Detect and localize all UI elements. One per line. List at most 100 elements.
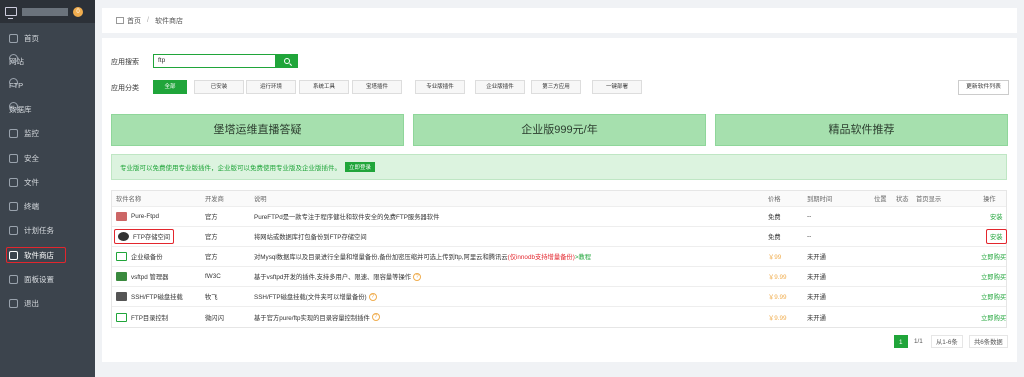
banner-live-qa[interactable]: 堡塔运维直播答疑	[111, 114, 404, 146]
software-name: FTP目录控制	[131, 314, 169, 322]
sidebar: 0 首页 网站 FTP 数据库 监控 安全 文件 终端 计划任务 软件商店 面板…	[0, 0, 95, 377]
database-icon	[9, 102, 18, 111]
category-third-party[interactable]: 第三方应用	[531, 80, 581, 94]
software-name: vsftpd 管理器	[131, 274, 169, 281]
category-one-click[interactable]: 一键部署	[592, 80, 642, 94]
price: ￥9.99	[768, 274, 787, 281]
tutorial-link[interactable]: >教程	[575, 252, 591, 261]
search-input[interactable]: ftp	[153, 54, 276, 68]
sidebar-item-logout[interactable]: 退出	[9, 296, 87, 310]
breadcrumb: 首页 / 软件商店	[102, 8, 1017, 33]
description: SSH/FTP磁盘挂载(文件夹可以增量备份)	[254, 294, 367, 301]
software-name: 企业级备份	[131, 254, 163, 261]
server-name-redacted	[22, 7, 68, 16]
sidebar-item-files[interactable]: 文件	[9, 175, 87, 189]
update-software-list-button[interactable]: 更新软件列表	[958, 80, 1009, 95]
col-status: 状态	[896, 196, 909, 203]
folder-icon	[9, 177, 18, 187]
software-store-panel: 应用搜索 ftp 应用分类 全部 已安装 运行环境 系统工具 宝塔插件 专业版插…	[102, 38, 1017, 362]
category-enterprise-plugins[interactable]: 企业版插件	[475, 80, 525, 94]
search-label: 应用搜索	[111, 59, 139, 66]
sidebar-item-monitor[interactable]: 监控	[9, 126, 87, 140]
description: PureFTPd是一款专注于程序健壮和软件安全的免费FTP服务器软件	[254, 214, 440, 221]
help-icon[interactable]: ?	[371, 313, 380, 321]
software-name: FTP存储空间	[133, 234, 171, 241]
sidebar-item-website[interactable]: 网站	[9, 54, 87, 68]
help-icon[interactable]: ?	[413, 272, 422, 281]
page-1-button[interactable]: 1	[894, 335, 908, 348]
banner-enterprise[interactable]: 企业版999元/年	[413, 114, 706, 146]
sidebar-item-software-store[interactable]: 软件商店	[6, 247, 66, 263]
buy-button[interactable]: 立即购买	[981, 247, 1006, 266]
expire: --	[807, 233, 812, 240]
expire: --	[807, 213, 812, 220]
sidebar-item-settings[interactable]: 面板设置	[9, 272, 87, 286]
login-button[interactable]: 立即登录	[345, 162, 376, 172]
notice-text: 专业版可以免费使用专业版插件，企业版可以免费使用专业版及企业版插件。	[120, 165, 341, 172]
table-row: vsftpd 管理器 fW3C 基于vsftpd开发的插件,支持多用户、限速、限…	[112, 267, 1006, 287]
help-icon[interactable]: ?	[368, 292, 377, 301]
sidebar-item-cron[interactable]: 计划任务	[9, 223, 87, 237]
shield-icon	[9, 153, 18, 163]
col-price: 价格	[768, 196, 781, 203]
cloud-icon	[118, 232, 129, 241]
category-bt-plugins[interactable]: 宝塔插件	[352, 80, 402, 94]
col-description: 说明	[254, 196, 267, 203]
install-button[interactable]: 安装	[986, 229, 1007, 244]
calendar-icon	[9, 225, 18, 235]
description-note: (仅innodb支持增量备份)	[507, 254, 575, 261]
home-icon	[116, 17, 124, 24]
developer: fW3C	[205, 273, 221, 280]
notification-badge[interactable]: 0	[73, 6, 83, 17]
price: 免费	[768, 234, 781, 241]
description: 基于官方pure/ftp实现的目录容量控制插件	[254, 314, 370, 322]
category-system-tools[interactable]: 系统工具	[299, 80, 349, 94]
sidebar-item-home[interactable]: 首页	[9, 31, 87, 45]
developer: 牧飞	[205, 294, 218, 301]
sidebar-item-security[interactable]: 安全	[9, 151, 87, 165]
sidebar-item-database[interactable]: 数据库	[9, 102, 87, 116]
banner-recommended[interactable]: 精品软件推荐	[715, 114, 1008, 146]
price: ￥9.99	[768, 294, 787, 301]
price: ￥9.99	[768, 314, 787, 322]
table-header: 软件名称 开发商 说明 价格 到期时间 位置 状态 首页显示 操作	[112, 191, 1006, 207]
sidebar-item-ftp[interactable]: FTP	[9, 78, 87, 92]
page-count: 1/1	[914, 338, 923, 345]
breadcrumb-home[interactable]: 首页	[127, 16, 141, 26]
server-header[interactable]: 0	[0, 0, 95, 23]
highlighted-name: FTP存储空间	[114, 229, 175, 244]
software-name: SSH/FTP磁盘挂载	[131, 294, 183, 301]
category-installed[interactable]: 已安装	[194, 80, 244, 94]
disk-mount-icon	[116, 292, 127, 301]
terminal-icon	[9, 201, 18, 211]
expire: 未开通	[807, 274, 826, 281]
price: 免费	[768, 214, 781, 221]
monitor-icon	[9, 128, 18, 138]
col-name: 软件名称	[116, 196, 142, 203]
breadcrumb-separator: /	[147, 17, 149, 24]
description: 将网站或数据库打包备份到FTP存储空间	[254, 234, 367, 241]
col-position: 位置	[874, 196, 887, 203]
ftp-dir-icon	[116, 312, 127, 322]
table-row: SSH/FTP磁盘挂载 牧飞 SSH/FTP磁盘挂载(文件夹可以增量备份)? ￥…	[112, 287, 1006, 307]
category-pro-plugins[interactable]: 专业版插件	[415, 80, 465, 94]
install-button[interactable]: 安装	[990, 207, 1003, 226]
sidebar-item-terminal[interactable]: 终端	[9, 199, 87, 213]
table-row: Pure-Ftpd 官方 PureFTPd是一款专注于程序健壮和软件安全的免费F…	[112, 207, 1006, 227]
backup-icon	[116, 252, 127, 261]
home-icon	[9, 33, 18, 43]
buy-button[interactable]: 立即购买	[981, 307, 1006, 327]
table-row: 企业级备份 官方 对Mysql数据库以及目录进行全量和增量备份,备份加密压缩并可…	[112, 247, 1006, 267]
page-total: 共6条数据	[969, 335, 1008, 348]
gear-icon	[9, 274, 18, 284]
buy-button[interactable]: 立即购买	[981, 267, 1006, 286]
grid-icon	[9, 250, 18, 260]
col-action: 操作	[983, 196, 996, 203]
category-all[interactable]: 全部	[153, 80, 187, 94]
buy-button[interactable]: 立即购买	[981, 287, 1006, 306]
developer: 微闪闪	[205, 314, 224, 322]
category-runtime[interactable]: 运行环境	[246, 80, 296, 94]
search-button[interactable]	[276, 54, 298, 68]
table-row: FTP目录控制 微闪闪 基于官方pure/ftp实现的目录容量控制插件? ￥9.…	[112, 307, 1006, 327]
col-expire: 到期时间	[807, 196, 833, 203]
